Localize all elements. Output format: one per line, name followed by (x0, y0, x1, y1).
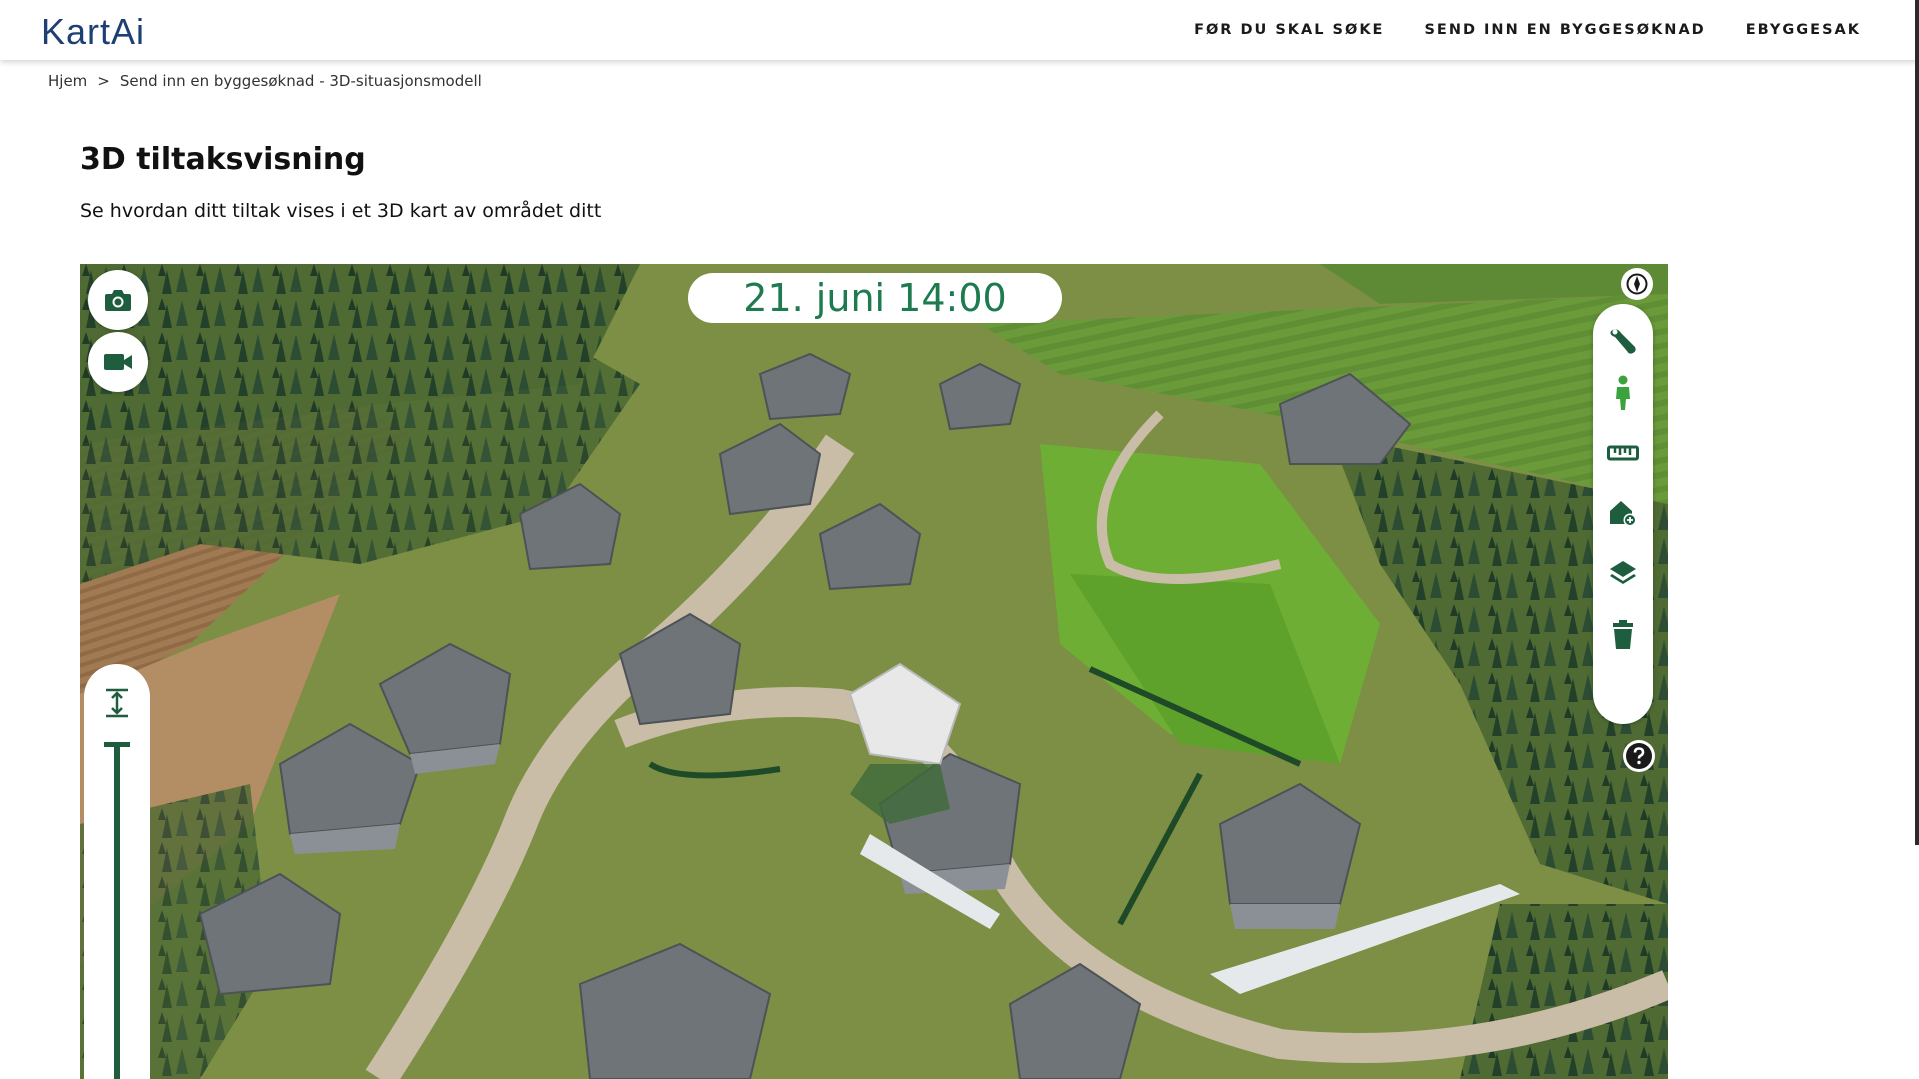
layers-icon (1610, 561, 1636, 584)
height-adjust-icon[interactable] (104, 688, 130, 718)
tool-layers-button[interactable] (1593, 548, 1653, 598)
tool-settings-button[interactable] (1593, 316, 1653, 366)
breadcrumb: Hjem > Send inn en byggesøknad - 3D-situ… (48, 72, 482, 90)
ruler-icon (1607, 445, 1639, 461)
page-subtitle: Se hvordan ditt tiltak vises i et 3D kar… (80, 200, 602, 222)
compass-button[interactable] (1621, 268, 1653, 300)
breadcrumb-home[interactable]: Hjem (48, 72, 87, 90)
sun-datetime-display[interactable]: 21. juni 14:00 (688, 273, 1062, 323)
main-nav: FØR DU SKAL SØKE SEND INN EN BYGGESØKNAD… (1194, 0, 1919, 60)
breadcrumb-current: Send inn en byggesøknad - 3D-situasjonsm… (119, 72, 482, 90)
kartai-logo[interactable]: KartAi (41, 11, 145, 53)
height-slider-panel (84, 664, 150, 1079)
aerial-3d-scene (80, 264, 1668, 1079)
map-toolbar (1593, 304, 1653, 724)
compass-icon (1626, 273, 1648, 295)
help-button[interactable] (1623, 740, 1655, 772)
tool-person-button[interactable] (1593, 368, 1653, 418)
tool-delete-button[interactable] (1593, 610, 1653, 660)
tool-add-building-button[interactable] (1593, 488, 1653, 538)
breadcrumb-separator: > (97, 72, 110, 90)
tool-measure-button[interactable] (1593, 428, 1653, 478)
nav-before-applying[interactable]: FØR DU SKAL SØKE (1194, 22, 1384, 38)
nav-ebyggesak[interactable]: EBYGGESAK (1746, 22, 1861, 38)
wrench-icon (1610, 329, 1636, 354)
person-icon (1616, 375, 1630, 410)
help-icon (1626, 743, 1652, 769)
scrollbar[interactable] (1915, 0, 1919, 845)
video-button[interactable] (88, 332, 148, 392)
video-camera-icon (104, 354, 132, 370)
top-header: KartAi FØR DU SKAL SØKE SEND INN EN BYGG… (0, 0, 1919, 60)
height-slider-track[interactable] (114, 744, 120, 1079)
camera-icon (105, 290, 131, 311)
camera-button[interactable] (88, 270, 148, 330)
datetime-text: 21. juni 14:00 (743, 276, 1007, 320)
logo-text: KartAi (41, 11, 146, 52)
page-title: 3D tiltaksvisning (80, 142, 366, 177)
add-building-icon (1610, 501, 1637, 527)
trash-icon (1613, 620, 1633, 649)
nav-submit-application[interactable]: SEND INN EN BYGGESØKNAD (1424, 22, 1705, 38)
3d-map-view[interactable]: 21. juni 14:00 (80, 264, 1668, 1079)
